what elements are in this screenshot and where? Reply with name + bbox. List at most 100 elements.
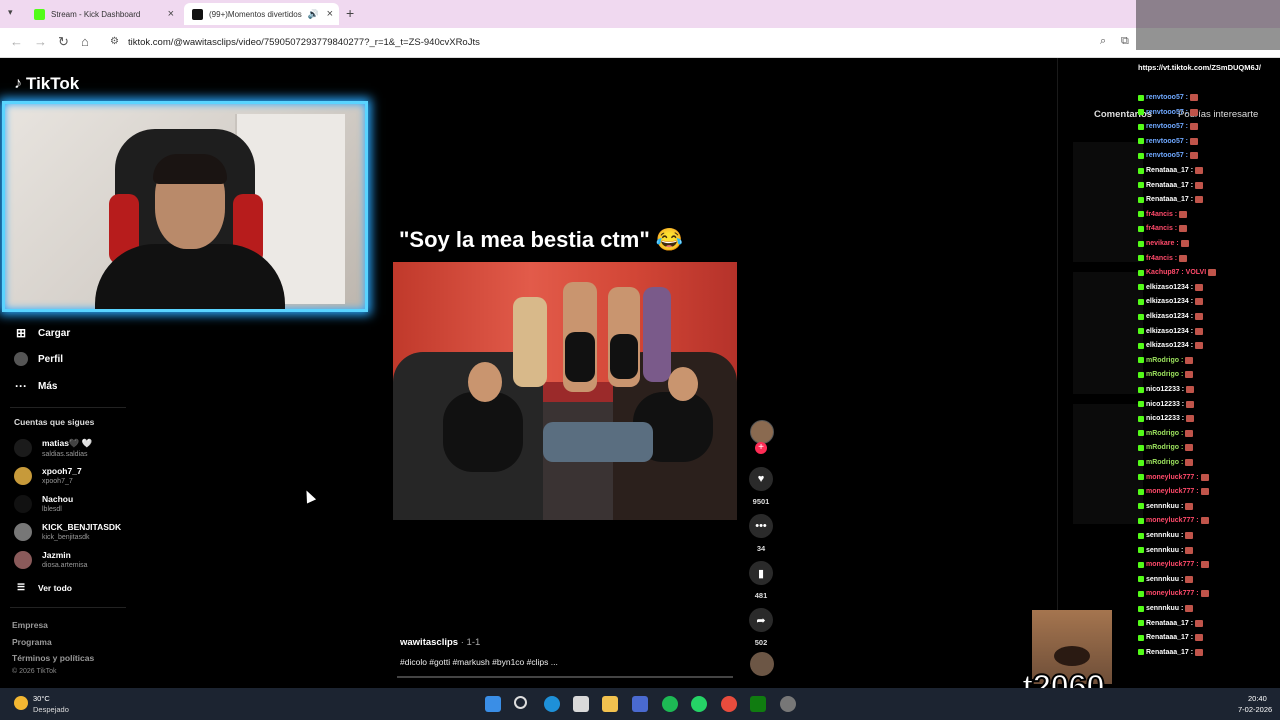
url-input[interactable]: tiktok.com/@wawitasclips/video/759050729… <box>128 37 480 48</box>
sidebar-item-profile[interactable]: Perfil <box>14 352 63 366</box>
search-icon[interactable] <box>514 696 527 709</box>
following-handle: saldias.saldias <box>42 451 88 458</box>
profile-icon <box>14 352 28 366</box>
whatsapp-icon[interactable] <box>691 696 707 712</box>
chat-message: mRodrigo : <box>1138 371 1194 379</box>
kick-badge-icon <box>1138 357 1144 364</box>
close-tab-icon[interactable]: × <box>168 8 174 20</box>
chat-message: mRodrigo : <box>1138 429 1194 437</box>
file-explorer-icon[interactable] <box>602 696 618 712</box>
tiktok-logo[interactable]: ♪ TikTok <box>14 74 79 94</box>
capture-tool-icon[interactable] <box>632 696 648 712</box>
new-tab-icon[interactable]: + <box>346 5 354 21</box>
footer-link-terms[interactable]: Términos y políticas <box>12 653 94 663</box>
chat-message: nico12233 : <box>1138 415 1195 423</box>
chat-message: elkizaso1234 : <box>1138 342 1204 350</box>
chat-username: renvtooo57 : <box>1146 108 1189 116</box>
save-button[interactable]: ▮ 481 <box>748 561 774 600</box>
forward-icon[interactable]: → <box>34 34 47 49</box>
chat-message: sennnkuu : <box>1138 502 1194 510</box>
chat-username: mRodrigo : <box>1146 356 1184 364</box>
video-author[interactable]: wawitasclips · 1-1 <box>400 637 480 648</box>
edge-icon[interactable] <box>544 696 560 712</box>
following-item[interactable]: Jazmin diosa.artemisa <box>14 550 88 569</box>
emote-icon <box>1185 605 1194 612</box>
chat-username: mRodrigo : <box>1146 459 1184 466</box>
creator-avatar[interactable] <box>750 420 774 444</box>
see-all-label: Ver todo <box>38 582 73 593</box>
tab-tiktok[interactable]: (99+)Momentos divertidos 🔊 × <box>184 3 339 25</box>
emote-icon <box>1185 429 1194 437</box>
tab-title: (99+)Momentos divertidos <box>209 9 302 19</box>
chrome-icon[interactable] <box>721 696 737 712</box>
close-tab-icon[interactable]: × <box>327 8 333 20</box>
comment-button[interactable]: ••• 34 <box>748 514 774 553</box>
emote-icon <box>1195 634 1204 642</box>
video-player[interactable] <box>393 262 737 520</box>
emote-icon <box>1179 254 1188 262</box>
chat-message: renvtooo57 : <box>1138 123 1199 131</box>
chat-message: Renataaa_17 : <box>1138 196 1204 204</box>
kick-badge-icon <box>1138 240 1144 247</box>
tab-kick-dashboard[interactable]: Stream - Kick Dashboard × <box>26 3 180 25</box>
kick-badge-icon <box>1138 123 1144 130</box>
sidebar-item-upload[interactable]: ⊞ Cargar <box>14 326 70 340</box>
site-info-icon[interactable]: ⚙ <box>110 36 119 47</box>
footer-link-company[interactable]: Empresa <box>12 620 48 630</box>
windows-start-icon[interactable] <box>485 696 501 712</box>
video-table <box>543 422 653 462</box>
following-name: Nachou <box>42 494 74 504</box>
footer-link-program[interactable]: Programa <box>12 637 52 647</box>
kick-badge-icon <box>1138 590 1144 597</box>
emote-icon <box>1185 459 1194 466</box>
avatar <box>14 466 32 485</box>
video-progress-bar[interactable] <box>397 676 733 678</box>
kick-favicon-icon <box>34 8 45 20</box>
emote-icon <box>1200 473 1209 481</box>
kick-badge-icon <box>1138 415 1144 422</box>
kick-badge-icon <box>1138 342 1144 349</box>
share-button[interactable]: ➦ 502 <box>748 608 774 647</box>
following-item[interactable]: KICK_BENJITASDK kick_benjitasdk <box>14 522 121 541</box>
follow-plus-icon[interactable]: + <box>755 442 767 454</box>
store-icon[interactable] <box>573 696 589 712</box>
mouse-cursor-icon <box>301 488 317 504</box>
following-item[interactable]: xpooh7_7 xpooh7_7 <box>14 466 82 485</box>
divider <box>10 607 126 608</box>
sidebar-item-more[interactable]: ··· Más <box>14 379 57 393</box>
share-count: 502 <box>754 638 768 647</box>
obs-icon[interactable] <box>780 696 796 712</box>
music-disc-icon[interactable] <box>750 652 774 676</box>
video-person <box>513 297 547 387</box>
spotify-icon[interactable] <box>662 696 678 712</box>
following-item[interactable]: matias🖤 🤍 saldias.saldias <box>14 438 92 458</box>
home-icon[interactable]: ⌂ <box>81 34 89 49</box>
back-icon[interactable]: ← <box>10 34 23 49</box>
emote-icon <box>1185 356 1194 364</box>
sidebar-item-label: Cargar <box>38 327 71 339</box>
kick-badge-icon <box>1138 211 1144 218</box>
install-app-icon[interactable]: ⧉ <box>1121 35 1129 48</box>
kick-badge-icon <box>1138 298 1144 305</box>
video-person-shorts <box>610 334 638 379</box>
audio-icon[interactable]: 🔊 <box>308 9 319 20</box>
video-caption: #dicolo #gotti #markush #byn1co #clips .… <box>400 657 558 667</box>
chat-username: renvtooo57 : <box>1146 94 1189 101</box>
chat-message: Renataaa_17 : <box>1138 634 1204 642</box>
streamer-body-graphic <box>95 244 285 309</box>
kick-badge-icon <box>1138 605 1144 612</box>
weather-moon-icon[interactable] <box>14 696 28 710</box>
zoom-icon[interactable]: ⌕ <box>1100 35 1106 48</box>
following-item[interactable]: Nachou lblesdl <box>14 494 73 513</box>
xbox-icon[interactable] <box>750 696 766 712</box>
reload-icon[interactable]: ↻ <box>58 34 69 50</box>
tab-list-icon[interactable]: ▾ <box>8 7 13 18</box>
chat-message: Renataaa_17 : <box>1138 167 1204 174</box>
chat-username: Kachup87 : VOLVI <box>1146 269 1207 277</box>
video-person-shorts <box>565 332 595 382</box>
see-all-link[interactable]: ☰ Ver todo <box>14 582 72 593</box>
like-button[interactable]: ♥ 9501 <box>748 467 774 506</box>
chat-username: sennnkuu : <box>1146 546 1184 554</box>
browser-tab-bar: ▾ Stream - Kick Dashboard × (99+)Momento… <box>0 0 1280 28</box>
weather-temp: 30°C <box>33 694 50 703</box>
